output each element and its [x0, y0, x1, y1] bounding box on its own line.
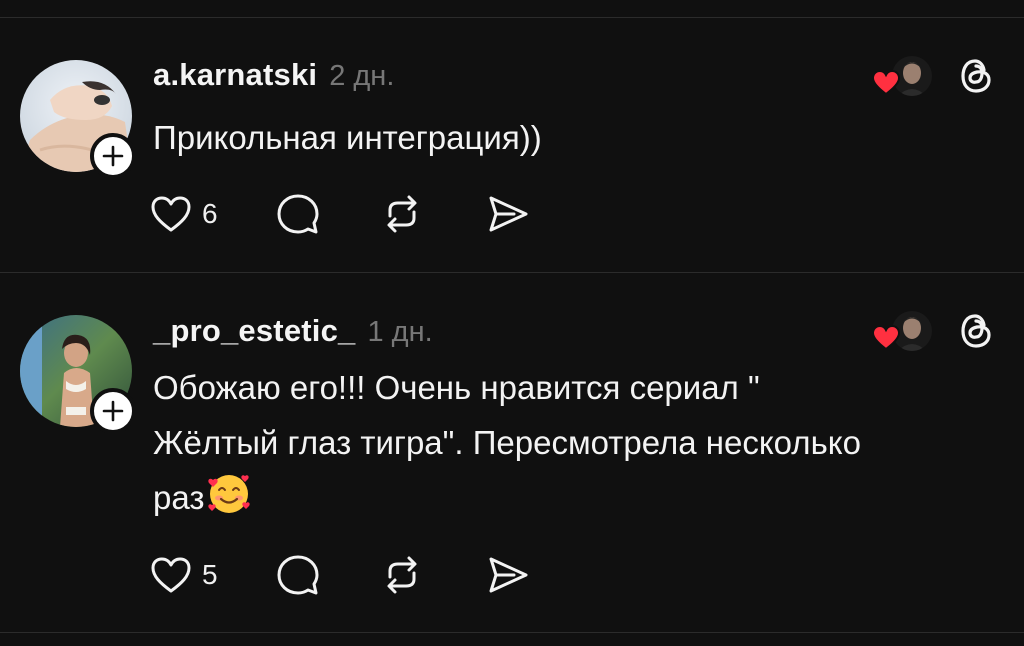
- share-button[interactable]: [486, 551, 530, 599]
- liked-heart-icon: [872, 70, 900, 96]
- like-count: 6: [202, 198, 218, 229]
- top-divider: [0, 17, 1024, 18]
- plus-icon: [102, 400, 124, 422]
- username[interactable]: a.karnatski: [153, 57, 317, 93]
- repost-button[interactable]: [380, 190, 424, 238]
- avatar-container[interactable]: [20, 60, 136, 179]
- post-text-content: Прикольная интеграция)): [153, 119, 542, 156]
- repost-icon: [387, 556, 417, 594]
- post-divider: [0, 272, 1024, 273]
- avatar-container[interactable]: [20, 315, 136, 434]
- timestamp[interactable]: 2 дн.: [329, 60, 394, 93]
- username[interactable]: _pro_estetic_: [153, 313, 355, 349]
- post-header: a.karnatski 2 дн.: [153, 57, 394, 93]
- post-actions: 6: [150, 190, 530, 238]
- post-text: Обожаю его!!! Очень нравится сериал " Жё…: [153, 360, 893, 525]
- timestamp[interactable]: 1 дн.: [367, 316, 432, 349]
- heart-outline-icon: [151, 196, 191, 232]
- comment-bubble-icon: [277, 555, 319, 595]
- post-text-content: Обожаю его!!! Очень нравится сериал " Жё…: [153, 369, 861, 516]
- threads-replies-screen: a.karnatski 2 дн. Прикольная интеграция)…: [0, 0, 1024, 646]
- like-button[interactable]: 5: [150, 551, 218, 599]
- like-button[interactable]: 6: [150, 190, 218, 238]
- threads-logo-icon[interactable]: [958, 56, 994, 96]
- post-text: Прикольная интеграция)): [153, 110, 913, 165]
- liked-by-author[interactable]: [872, 52, 934, 100]
- send-icon: [489, 196, 528, 232]
- follow-button[interactable]: [90, 133, 136, 179]
- share-button[interactable]: [486, 190, 530, 238]
- post-header: _pro_estetic_ 1 дн.: [153, 313, 433, 349]
- liked-heart-icon: [872, 325, 900, 351]
- post-top-right: [872, 307, 994, 355]
- post-actions: 5: [150, 551, 530, 599]
- plus-icon: [102, 145, 124, 167]
- bottom-divider: [0, 632, 1024, 633]
- threads-logo-icon[interactable]: [958, 311, 994, 351]
- repost-icon: [387, 195, 417, 233]
- liked-by-author[interactable]: [872, 307, 934, 355]
- send-icon: [489, 557, 528, 593]
- follow-button[interactable]: [90, 388, 136, 434]
- like-count: 5: [202, 559, 218, 590]
- comment-button[interactable]: [276, 551, 320, 599]
- comment-button[interactable]: [276, 190, 320, 238]
- post-top-right: [872, 52, 994, 100]
- repost-button[interactable]: [380, 551, 424, 599]
- comment-bubble-icon: [277, 194, 319, 234]
- smiling-face-with-hearts-icon: [208, 475, 251, 513]
- heart-outline-icon: [151, 557, 191, 593]
